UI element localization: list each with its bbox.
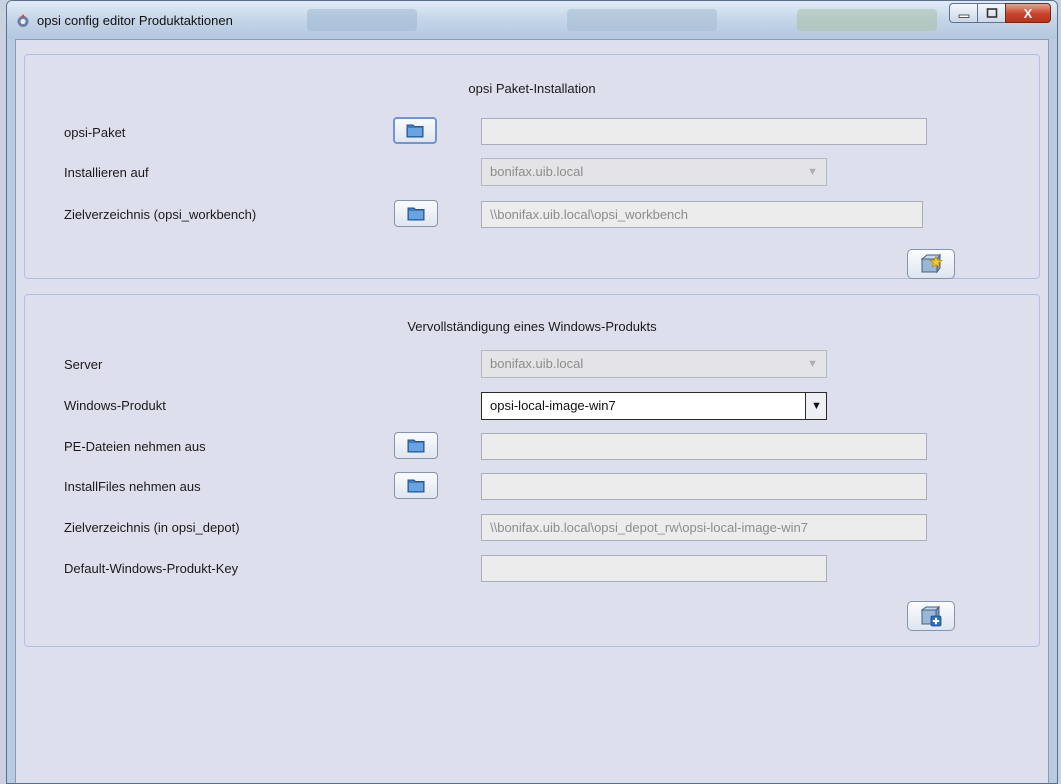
package-installation-heading: opsi Paket-Installation xyxy=(468,81,596,96)
install-files-label: InstallFiles nehmen aus xyxy=(64,479,201,494)
target-dir-workbench-label: Zielverzeichnis (opsi_workbench) xyxy=(64,207,257,222)
maximize-icon xyxy=(986,8,997,18)
install-files-browse-button[interactable] xyxy=(394,472,438,499)
install-on-value: bonifax.uib.local xyxy=(490,164,584,179)
chevron-down-icon: ▼ xyxy=(807,358,818,370)
default-product-key-label: Default-Windows-Produkt-Key xyxy=(64,561,239,576)
install-package-button[interactable] xyxy=(907,249,955,279)
install-files-field[interactable] xyxy=(481,473,927,500)
close-icon: X xyxy=(1023,5,1033,21)
folder-icon xyxy=(407,439,425,453)
client-area: opsi Paket-Installation opsi-Paket Insta… xyxy=(15,39,1049,783)
minimize-button[interactable] xyxy=(949,3,977,23)
windows-product-dropdown-button[interactable]: ▼ xyxy=(805,393,826,419)
target-dir-depot-label: Zielverzeichnis (in opsi_depot) xyxy=(64,520,240,535)
windows-product-value: opsi-local-image-win7 xyxy=(490,398,616,413)
complete-product-button[interactable] xyxy=(907,601,955,631)
minimize-icon xyxy=(958,14,969,18)
target-dir-depot-field[interactable]: \\bonifax.uib.local\opsi_depot_rw\opsi-l… xyxy=(481,514,927,541)
install-on-label: Installieren auf xyxy=(64,165,149,180)
app-logo-icon xyxy=(17,14,29,27)
chevron-down-icon: ▼ xyxy=(811,400,822,412)
pe-files-browse-button[interactable] xyxy=(394,432,438,459)
target-dir-workbench-browse-button[interactable] xyxy=(394,200,438,227)
pe-files-label: PE-Dateien nehmen aus xyxy=(64,439,206,454)
folder-icon xyxy=(407,207,425,221)
window-controls: X xyxy=(949,3,1051,25)
server-label: Server xyxy=(64,357,103,372)
opsi-package-label: opsi-Paket xyxy=(64,125,126,140)
windows-product-combo[interactable]: opsi-local-image-win7 ▼ xyxy=(481,392,827,420)
folder-icon xyxy=(407,479,425,493)
windows-product-completion-panel: Vervollständigung eines Windows-Produkts… xyxy=(24,294,1040,647)
package-install-icon xyxy=(920,253,943,274)
maximize-button[interactable] xyxy=(977,3,1005,23)
product-complete-icon xyxy=(920,605,942,627)
background-taskbar-ghost xyxy=(307,9,417,31)
pe-files-field[interactable] xyxy=(481,433,927,460)
background-taskbar-ghost xyxy=(567,9,717,31)
opsi-package-field[interactable] xyxy=(481,118,927,145)
default-product-key-field[interactable] xyxy=(481,555,827,582)
app-window: opsi config editor Produktaktionen X ops… xyxy=(6,0,1058,784)
background-taskbar-ghost xyxy=(797,9,937,31)
window-title: opsi config editor Produktaktionen xyxy=(37,13,233,28)
target-dir-workbench-field[interactable]: \\bonifax.uib.local\opsi_workbench xyxy=(481,201,923,228)
server-value: bonifax.uib.local xyxy=(490,356,584,371)
close-button[interactable]: X xyxy=(1005,3,1051,23)
opsi-package-browse-button[interactable] xyxy=(393,117,437,144)
package-installation-panel: opsi Paket-Installation opsi-Paket Insta… xyxy=(24,54,1040,279)
chevron-down-icon: ▼ xyxy=(807,166,818,178)
windows-product-completion-heading: Vervollständigung eines Windows-Produkts xyxy=(407,319,657,334)
windows-product-label: Windows-Produkt xyxy=(64,398,166,413)
server-combo[interactable]: bonifax.uib.local ▼ xyxy=(481,350,827,378)
install-on-combo[interactable]: bonifax.uib.local ▼ xyxy=(481,158,827,186)
folder-icon xyxy=(406,124,424,138)
title-bar[interactable]: opsi config editor Produktaktionen X xyxy=(7,1,1057,39)
